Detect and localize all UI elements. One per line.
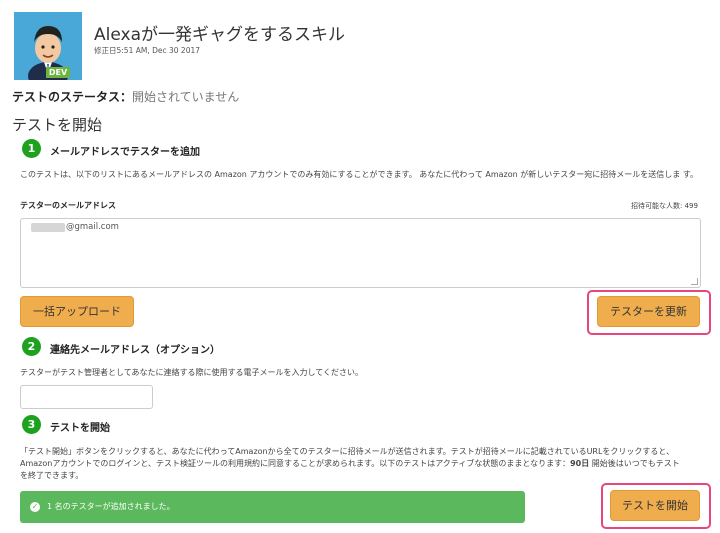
step-1-title: メールアドレスでテスターを追加 — [50, 147, 200, 158]
step-3-desc-line-2b: 開始後はいつでもテスト — [591, 459, 680, 468]
contact-email-input[interactable] — [20, 385, 153, 409]
step-1-number: 1 — [22, 139, 41, 158]
step-3-desc-line-2: Amazonアカウントでのログインと、テスト検証ツールの利用規約に同意することが… — [20, 459, 571, 468]
status-label: テストのステータス： — [12, 90, 133, 104]
resize-handle-icon[interactable] — [691, 278, 698, 285]
status-value: 開始されていません — [132, 90, 240, 104]
redacted-email-prefix — [31, 223, 65, 232]
success-alert: ✓ 1 名のテスターが追加されました。 — [20, 491, 525, 523]
update-testers-button[interactable]: テスターを更新 — [597, 296, 700, 327]
section-title: テストを開始 — [12, 116, 103, 134]
step-3-days: 90日 — [570, 459, 590, 468]
invites-left: 招待可能な人数: 499 — [631, 202, 698, 210]
step-3-title: テストを開始 — [50, 423, 110, 434]
step-1-description: このテストは、以下のリストにあるメールアドレスの Amazon アカウントでのみ… — [20, 170, 698, 179]
bulk-upload-button[interactable]: 一括アップロード — [20, 296, 134, 327]
tester-email-label: テスターのメールアドレス — [20, 201, 116, 210]
tester-email-value: @gmail.com — [66, 222, 119, 232]
alert-text: 1 名のテスターが追加されました。 — [47, 502, 175, 511]
step-3-desc-line-1: 「テスト開始」ボタンをクリックすると、あなたに代わってAmazonから全てのテス… — [20, 447, 675, 456]
test-status: テストのステータス：開始されていません — [12, 88, 239, 105]
skill-title: Alexaが一発ギャグをするスキル — [94, 25, 345, 45]
step-2-title: 連絡先メールアドレス（オプション） — [50, 345, 220, 356]
step-2-number: 2 — [22, 337, 41, 356]
start-test-button[interactable]: テストを開始 — [610, 490, 700, 521]
tester-email-textarea[interactable] — [20, 218, 701, 288]
check-circle-icon: ✓ — [30, 502, 40, 512]
step-3-number: 3 — [22, 415, 41, 434]
step-2-description: テスターがテスト管理者としてあなたに連絡する際に使用する電子メールを入力してくだ… — [20, 368, 364, 377]
step-3-description: 「テスト開始」ボタンをクリックすると、あなたに代わってAmazonから全てのテス… — [20, 446, 705, 482]
dev-badge: DEV — [46, 67, 70, 78]
modified-date: 修正日5:51 AM, Dec 30 2017 — [94, 46, 201, 55]
step-3-desc-line-3: を終了できます。 — [20, 471, 84, 480]
